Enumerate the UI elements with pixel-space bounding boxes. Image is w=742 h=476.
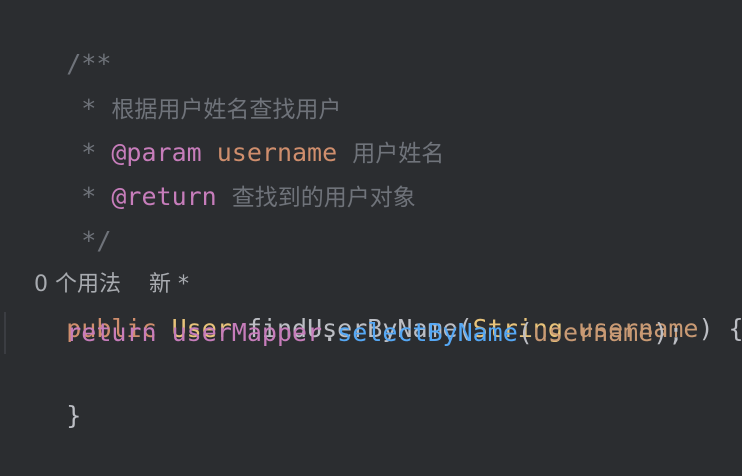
call-paren-close: ); bbox=[653, 318, 684, 347]
call-argument: username bbox=[532, 318, 654, 347]
code-line-method-body[interactable]: return userMapper.selectByName(username)… bbox=[6, 313, 683, 353]
code-line-2[interactable]: * 根据用户姓名查找用户 bbox=[6, 49, 341, 123]
code-line-5[interactable]: */ bbox=[6, 181, 111, 255]
closing-brace: } bbox=[66, 401, 82, 430]
code-line-4[interactable]: * @return 查找到的用户对象 bbox=[6, 137, 416, 211]
field-usermapper: userMapper bbox=[171, 318, 323, 347]
dot-operator: . bbox=[322, 318, 338, 347]
code-line-closing-brace[interactable]: } bbox=[6, 356, 81, 430]
doc-return-description: 查找到的用户对象 bbox=[231, 185, 416, 211]
code-line-method-signature[interactable]: public User findUserByName(String userna… bbox=[6, 269, 742, 343]
inlay-usages-hint[interactable]: 0 个用法新 * bbox=[6, 225, 189, 297]
doc-return-tag: @return bbox=[111, 182, 217, 211]
paren-close-brace: ) { bbox=[698, 314, 742, 343]
code-line-3[interactable]: * @param username 用户姓名 bbox=[6, 93, 444, 167]
method-call: selectByName bbox=[337, 318, 518, 347]
code-line-1[interactable]: /** bbox=[6, 4, 111, 78]
call-paren-open: ( bbox=[517, 318, 533, 347]
code-editor[interactable]: /** * 根据用户姓名查找用户 * @param username 用户姓名 … bbox=[0, 0, 742, 430]
keyword-return: return bbox=[66, 318, 157, 347]
